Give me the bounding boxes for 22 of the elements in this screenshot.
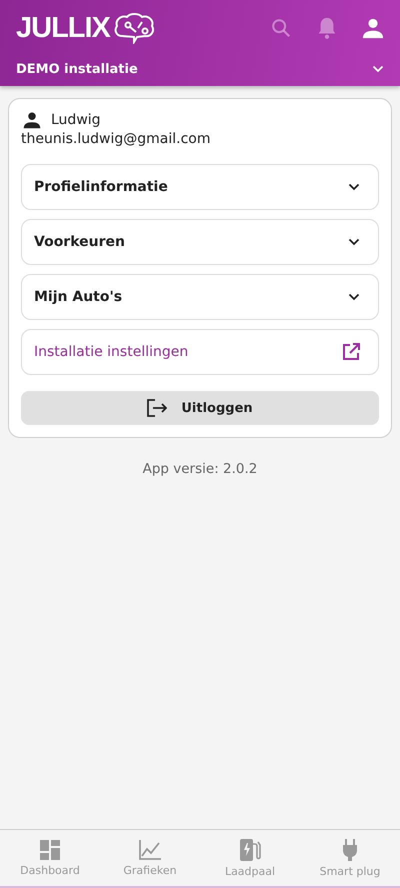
charging-station-icon	[239, 838, 261, 862]
chevron-down-icon	[372, 65, 384, 73]
line-chart-icon	[138, 839, 162, 861]
installation-name[interactable]: DEMO installatie	[16, 62, 138, 76]
accordion-header[interactable]: Voorkeuren	[21, 219, 379, 265]
dashboard-icon	[39, 839, 61, 861]
user-email: theunis.ludwig@gmail.com	[21, 131, 212, 147]
user-name: Ludwig	[51, 112, 101, 128]
chevron-down-icon	[348, 293, 360, 301]
app-version: App versie: 2.0.2	[142, 461, 258, 477]
person-icon	[23, 111, 41, 129]
chevron-down-icon	[348, 183, 360, 191]
chevron-down-icon	[348, 238, 360, 246]
settings-link[interactable]: Installatie instellingen	[21, 329, 379, 375]
logout-button[interactable]: Uitloggen	[21, 391, 379, 425]
accordion-header[interactable]: Profielinformatie	[21, 164, 379, 210]
external-link-icon	[342, 343, 360, 361]
logout-icon	[147, 399, 168, 417]
plug-icon	[341, 838, 359, 862]
account-icon[interactable]	[362, 17, 384, 39]
accordion-header[interactable]: Mijn Auto's	[21, 274, 379, 320]
logo: JULLIX	[16, 12, 110, 44]
